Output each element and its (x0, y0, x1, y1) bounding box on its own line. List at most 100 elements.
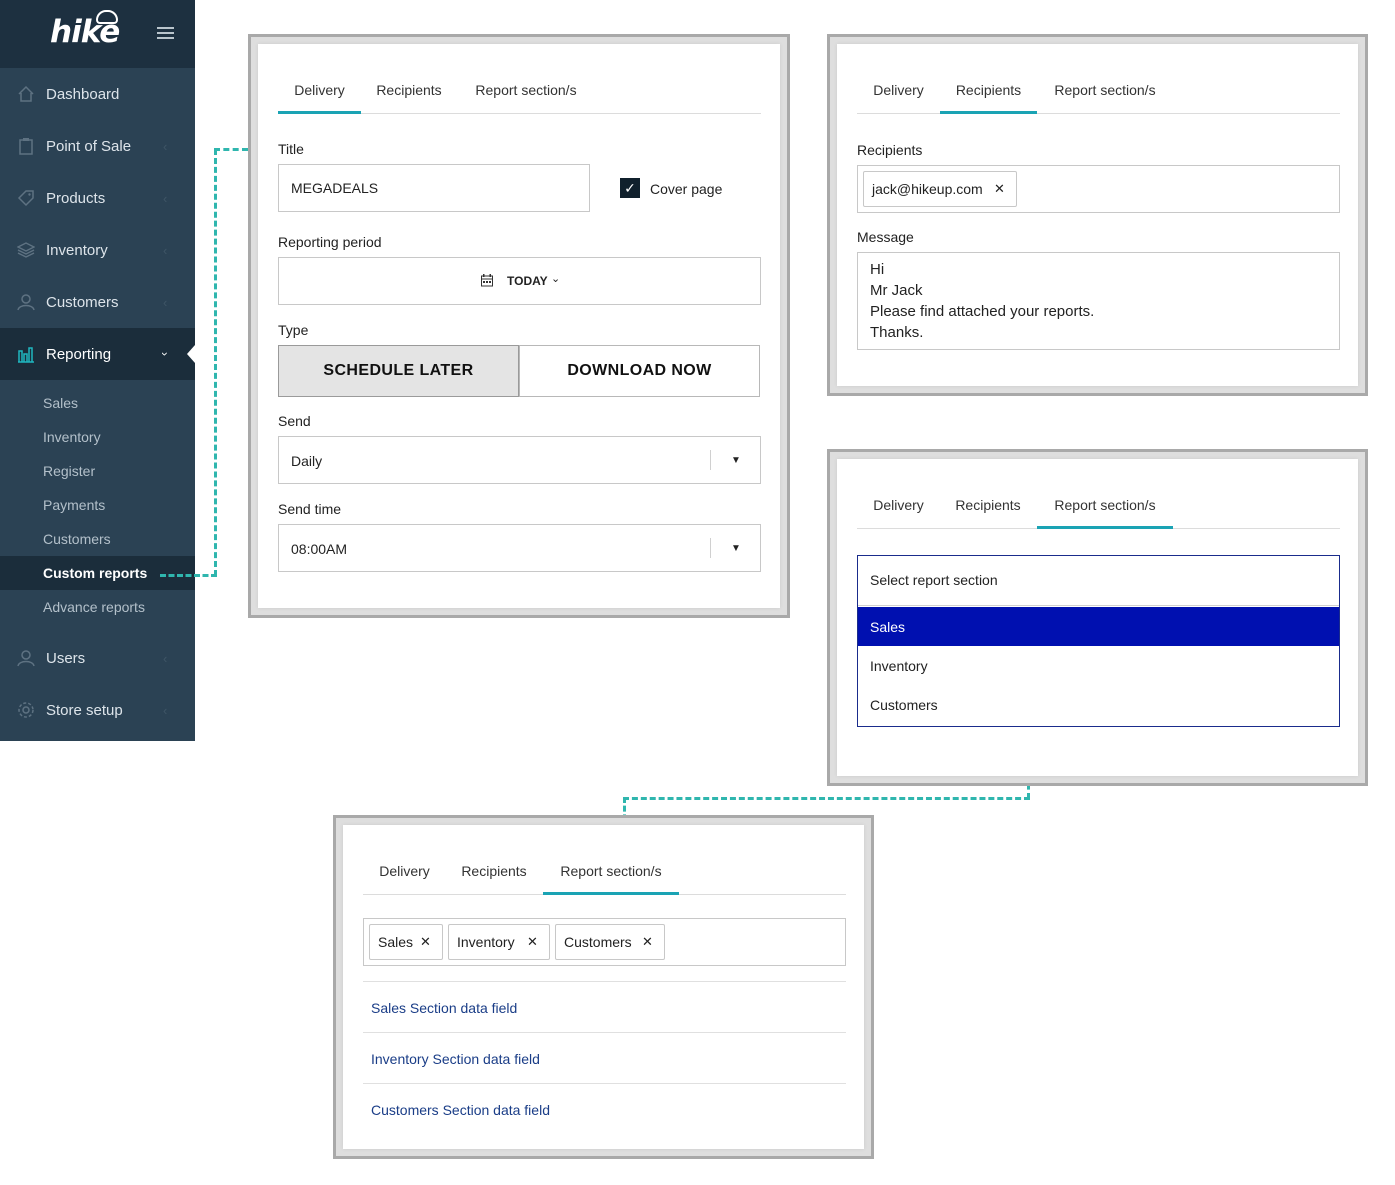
download-now-button[interactable]: DOWNLOAD NOW (519, 345, 760, 397)
tab-bar: Delivery Recipients Report section/s (857, 77, 1340, 114)
tab-report-sections[interactable]: Report section/s (1037, 492, 1173, 529)
remove-chip-icon[interactable]: ✕ (994, 181, 1005, 197)
tab-recipients[interactable]: Recipients (950, 492, 1026, 529)
tab-bar: Delivery Recipients Report section/s (857, 492, 1340, 529)
sidebar-item-label: Customers (46, 293, 119, 311)
remove-chip-icon[interactable]: ✕ (642, 934, 653, 950)
delivery-panel: Delivery Recipients Report section/s Tit… (248, 34, 790, 618)
dropdown-option-customers[interactable]: Customers (858, 685, 1339, 724)
sidebar-item-store-setup[interactable]: Store setup ‹ (0, 684, 195, 736)
sidebar-header: hike (0, 0, 195, 68)
section-chip-label: Sales (378, 934, 414, 950)
sidebar-item-label: Point of Sale (46, 137, 132, 155)
report-section-placeholder: Select report section (870, 572, 998, 588)
cloud-icon (96, 10, 118, 24)
cover-page-checkbox[interactable]: ✓ (620, 178, 640, 198)
hamburger-menu-icon[interactable] (157, 27, 174, 40)
divider (363, 1083, 846, 1084)
sidebar-item-point-of-sale[interactable]: Point of Sale ‹ (0, 120, 195, 172)
gear-icon (16, 700, 36, 720)
sidebar-item-customers[interactable]: Customers ‹ (0, 276, 195, 328)
active-indicator (187, 345, 195, 363)
tab-report-sections[interactable]: Report section/s (543, 858, 679, 895)
sidebar-item-users[interactable]: Users ‹ (0, 632, 195, 684)
message-line: Please find attached your reports. (870, 303, 1095, 320)
sidebar-item-products[interactable]: Products ‹ (0, 172, 195, 224)
chevron-down-icon: ⌄ (551, 273, 561, 285)
sidebar-item-label: Store setup (46, 701, 123, 719)
sidebar-subitem-custom-reports[interactable]: Custom reports (0, 556, 195, 590)
inventory-section-data-field[interactable]: Inventory Section data field (371, 1051, 540, 1067)
send-time-select[interactable]: 08:00AM ▼ (278, 524, 761, 572)
title-input[interactable]: MEGADEALS (278, 164, 590, 212)
reporting-period-value: TODAY (507, 274, 548, 288)
sidebar-item-inventory[interactable]: Inventory ‹ (0, 224, 195, 276)
select-divider (710, 450, 711, 470)
sidebar-subitem-register[interactable]: Register (0, 454, 195, 488)
chevron-down-icon: › (158, 352, 172, 356)
connector-line (623, 797, 1030, 800)
recipients-panel: Delivery Recipients Report section/s Rec… (827, 34, 1368, 396)
send-select[interactable]: Daily ▼ (278, 436, 761, 484)
section-chip-sales: Sales ✕ (369, 924, 443, 960)
home-icon (16, 84, 36, 104)
message-textarea[interactable]: Hi Mr Jack Please find attached your rep… (857, 252, 1340, 350)
sidebar: hike Dashboard Point of Sale ‹ Products … (0, 0, 195, 741)
sidebar-subitem-payments[interactable]: Payments (0, 488, 195, 522)
calendar-icon (481, 274, 493, 292)
report-section-dropdown[interactable]: Select report section Sales Inventory Cu… (857, 555, 1340, 727)
user-icon (16, 292, 36, 312)
chevron-left-icon: ‹ (163, 190, 168, 206)
sidebar-subitem-advance-reports[interactable]: Advance reports (0, 590, 195, 624)
sidebar-item-reporting[interactable]: Reporting › (0, 328, 195, 380)
sidebar-subitem-inventory[interactable]: Inventory (0, 420, 195, 454)
customers-section-data-field[interactable]: Customers Section data field (371, 1102, 550, 1118)
sidebar-item-label: Reporting (46, 345, 112, 363)
chevron-left-icon: ‹ (163, 294, 168, 310)
tab-delivery[interactable]: Delivery (278, 77, 361, 114)
bar-chart-icon (16, 344, 36, 364)
connector-line (160, 574, 217, 577)
sidebar-item-dashboard[interactable]: Dashboard (0, 68, 195, 120)
section-chip-label: Customers (564, 934, 632, 950)
title-label: Title (278, 141, 304, 157)
caret-down-icon: ▼ (731, 543, 741, 554)
dropdown-option-sales[interactable]: Sales (858, 607, 1339, 646)
report-sections-input[interactable]: Sales ✕ Inventory ✕ Customers ✕ (363, 918, 846, 966)
sidebar-subitem-customers[interactable]: Customers (0, 522, 195, 556)
tab-delivery[interactable]: Delivery (857, 77, 940, 114)
message-line: Hi (870, 261, 885, 278)
connector-line (214, 149, 217, 576)
recipients-input[interactable]: jack@hikeup.com ✕ (857, 165, 1340, 213)
recipient-chip: jack@hikeup.com ✕ (863, 171, 1017, 207)
tab-report-sections[interactable]: Report section/s (464, 77, 588, 114)
divider (363, 1032, 846, 1033)
remove-chip-icon[interactable]: ✕ (420, 934, 431, 950)
report-section-select-panel: Delivery Recipients Report section/s Sel… (827, 449, 1368, 786)
send-time-label: Send time (278, 501, 342, 517)
tab-delivery[interactable]: Delivery (857, 492, 940, 529)
tab-report-sections[interactable]: Report section/s (1043, 77, 1167, 114)
sidebar-item-label: Inventory (46, 241, 108, 259)
cover-page-label: Cover page (650, 181, 723, 197)
sidebar-item-label: Dashboard (46, 85, 120, 103)
report-sections-result-panel: Delivery Recipients Report section/s Sal… (333, 815, 874, 1159)
sales-section-data-field[interactable]: Sales Section data field (371, 1000, 517, 1016)
divider (363, 981, 846, 982)
remove-chip-icon[interactable]: ✕ (527, 934, 538, 950)
message-line: Mr Jack (870, 282, 923, 299)
sidebar-subitem-sales[interactable]: Sales (0, 386, 195, 420)
dropdown-option-inventory[interactable]: Inventory (858, 646, 1339, 685)
title-input-value: MEGADEALS (291, 180, 379, 196)
chevron-left-icon: ‹ (163, 702, 168, 718)
schedule-later-button[interactable]: SCHEDULE LATER (278, 345, 519, 397)
tab-recipients[interactable]: Recipients (371, 77, 447, 114)
tab-delivery[interactable]: Delivery (363, 858, 446, 895)
reporting-period-picker[interactable]: TODAY ⌄ (278, 257, 761, 305)
tab-bar: Delivery Recipients Report section/s (278, 77, 761, 114)
tab-recipients[interactable]: Recipients (456, 858, 532, 895)
message-line: Thanks. (870, 324, 924, 341)
report-section-search[interactable]: Select report section (858, 556, 1339, 606)
section-chip-customers: Customers ✕ (555, 924, 665, 960)
tab-recipients[interactable]: Recipients (940, 77, 1037, 114)
